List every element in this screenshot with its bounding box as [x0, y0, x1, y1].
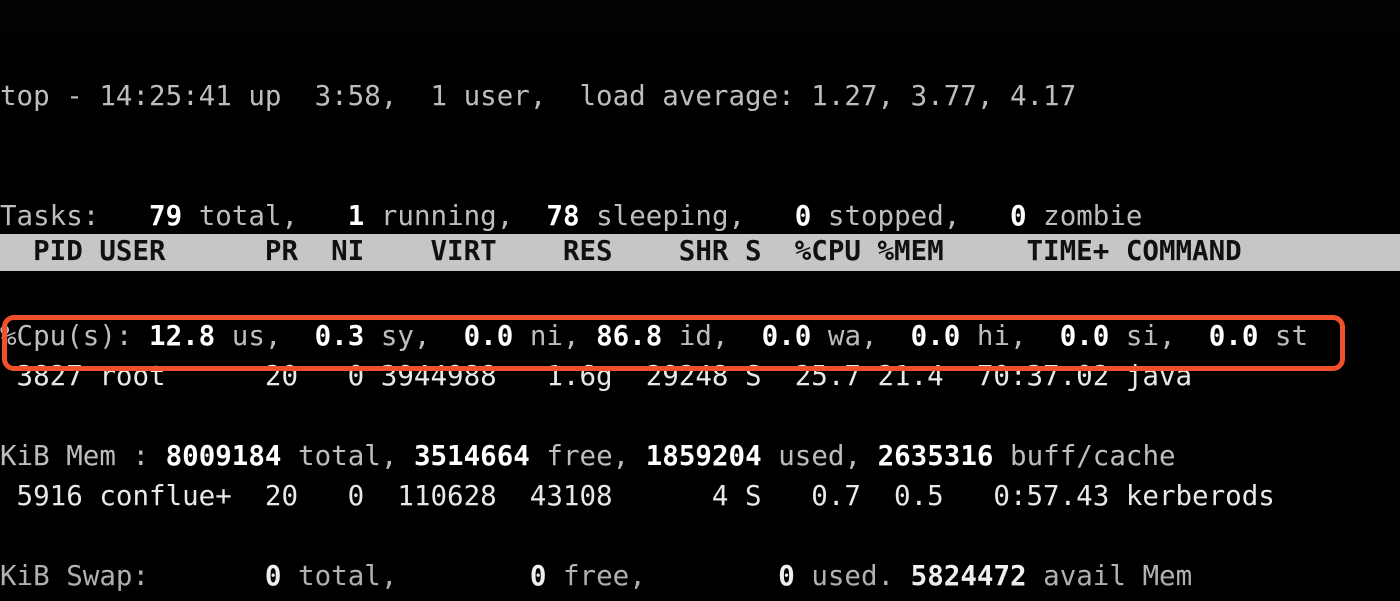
tasks-running-value: 1	[347, 200, 365, 232]
tasks-sleeping-value: 78	[546, 200, 580, 232]
process-table-body[interactable]: 3827 root 20 0 3944988 1.6g 29248 S 25.7…	[0, 276, 1400, 601]
tasks-total-value: 79	[149, 200, 183, 232]
tasks-stopped-value: 0	[794, 200, 812, 232]
uptime-text: top - 14:25:41 up 3:58, 1 user, load ave…	[0, 80, 1077, 112]
summary-line-tasks: Tasks: 79 total, 1 running, 78 sleeping,…	[0, 200, 1143, 232]
terminal-window[interactable]: top - 14:25:41 up 3:58, 1 user, load ave…	[0, 0, 1400, 601]
tasks-zombie-value: 0	[1010, 200, 1027, 232]
table-row[interactable]: 9 root 20 0 0 0 0 S 0.3 0.0 0:06.83 rcu_…	[0, 596, 1400, 601]
table-row[interactable]: 3827 root 20 0 3944988 1.6g 29248 S 25.7…	[0, 356, 1400, 396]
table-row[interactable]: 5916 conflue+ 20 0 110628 43108 4 S 0.7 …	[0, 476, 1400, 516]
process-table-header[interactable]: PID USER PR NI VIRT RES SHR S %CPU %MEM …	[0, 233, 1400, 270]
tasks-label: Tasks:	[0, 200, 100, 232]
summary-line-uptime: top - 14:25:41 up 3:58, 1 user, load ave…	[0, 76, 1400, 116]
